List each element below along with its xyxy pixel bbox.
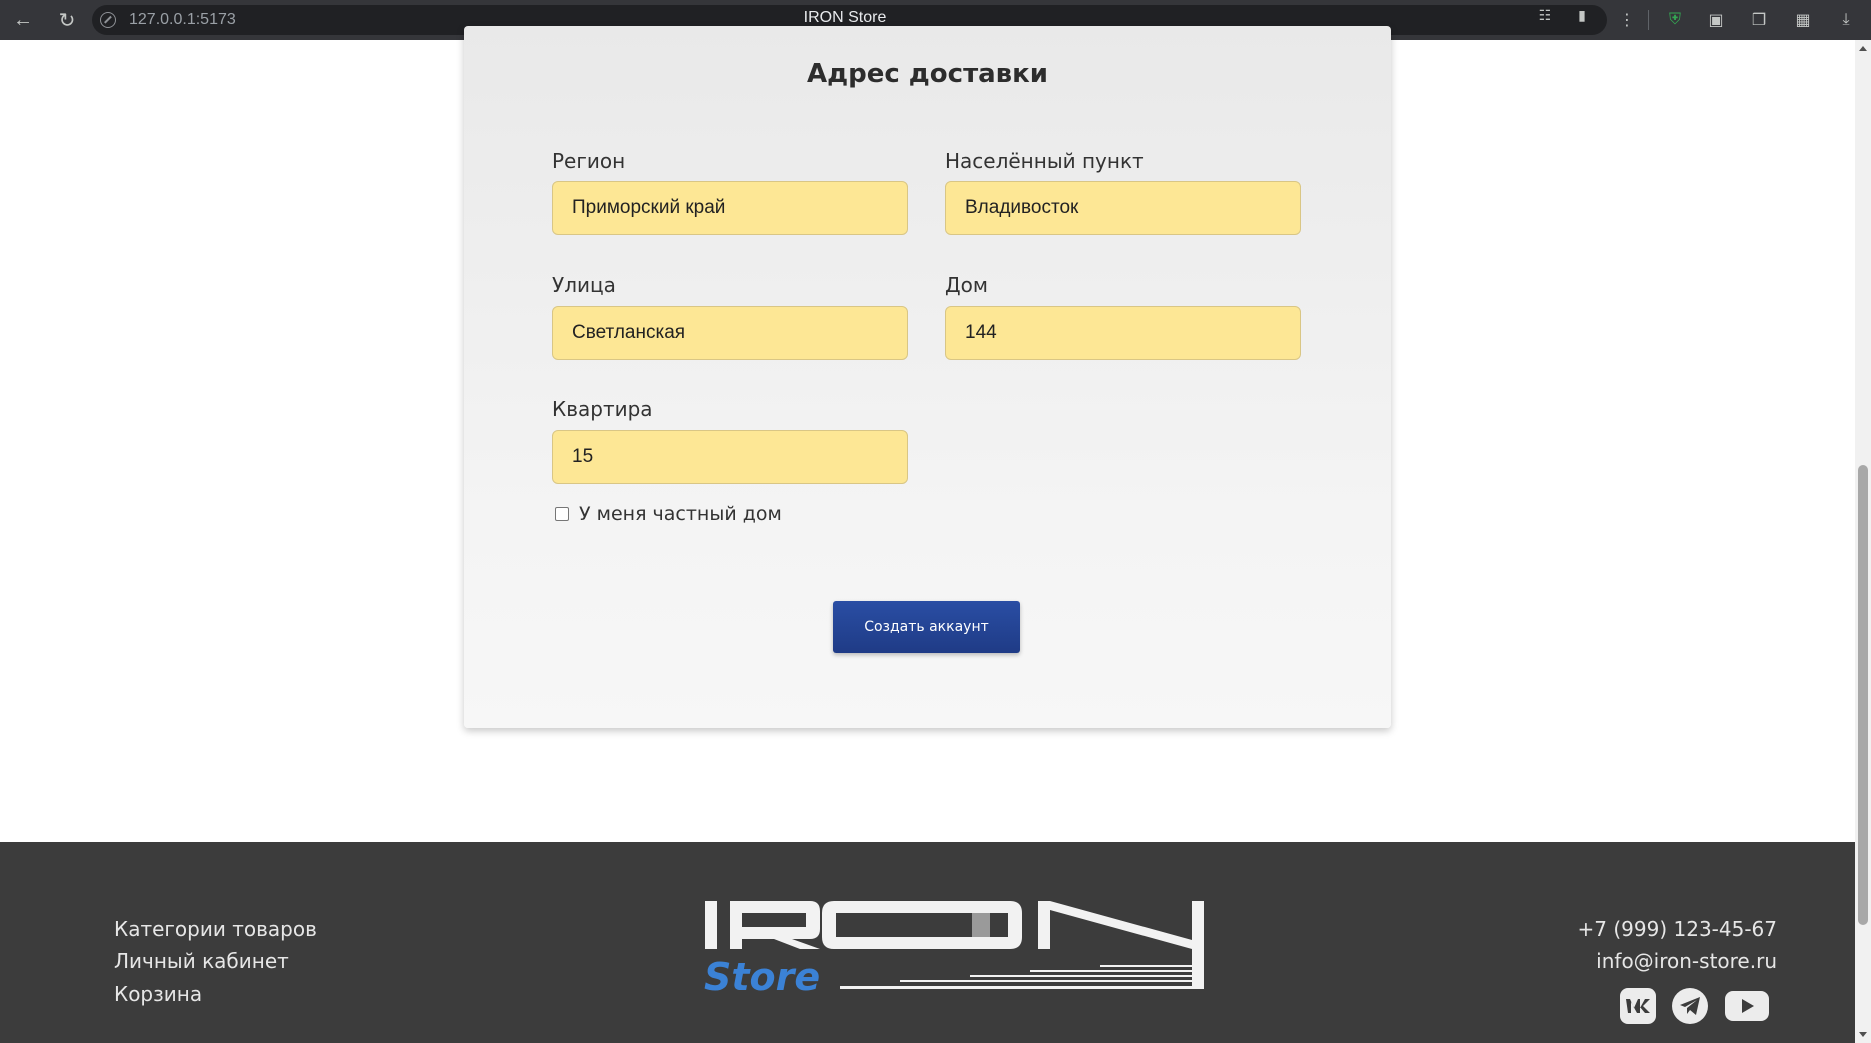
menu-dots-icon[interactable]: ⋮ (1615, 8, 1639, 32)
translate-icon[interactable]: ☷ (1537, 7, 1553, 23)
footer-link-cart[interactable]: Корзина (114, 982, 202, 1006)
region-label: Регион (552, 149, 626, 173)
toolbar-divider (1648, 10, 1649, 30)
house-label: Дом (945, 273, 988, 297)
form-title: Адрес доставки (806, 59, 1049, 89)
delivery-address-card: Адрес доставки Регион Населённый пункт У… (464, 26, 1391, 728)
iron-store-logo[interactable]: Store (700, 896, 1212, 1000)
footer-phone[interactable]: +7 (999) 123-45-67 (1578, 917, 1777, 941)
bookmark-icon[interactable]: ▮ (1574, 7, 1590, 23)
region-input[interactable] (552, 181, 908, 235)
footer-email[interactable]: info@iron-store.ru (1596, 949, 1777, 973)
screenshot-extension-icon[interactable]: ▣ (1704, 8, 1728, 32)
page-title: IRON Store (803, 9, 887, 26)
svg-text:Store: Store (704, 955, 820, 999)
city-label: Населённый пункт (945, 149, 1144, 173)
vk-icon[interactable] (1620, 988, 1656, 1024)
shield-extension-icon[interactable]: ⛨ (1663, 8, 1687, 32)
street-input[interactable] (552, 306, 908, 360)
house-input[interactable] (945, 306, 1301, 360)
site-footer: Категории товаров Личный кабинет Корзина… (0, 842, 1855, 1043)
apartment-label: Квартира (552, 397, 653, 421)
private-house-checkbox[interactable] (555, 507, 569, 521)
private-house-label[interactable]: У меня частный дом (579, 503, 782, 525)
profile-extension-icon[interactable]: ▦ (1791, 8, 1815, 32)
scrollbar-thumb[interactable] (1858, 465, 1868, 925)
scroll-down-icon[interactable] (1859, 1032, 1867, 1037)
city-input[interactable] (945, 181, 1301, 235)
street-label: Улица (552, 273, 616, 297)
footer-link-account[interactable]: Личный кабинет (114, 949, 289, 973)
youtube-icon[interactable] (1725, 991, 1769, 1021)
extensions-puzzle-icon[interactable]: ❒ (1747, 8, 1771, 32)
telegram-icon[interactable] (1672, 988, 1708, 1024)
create-account-button[interactable]: Создать аккаунт (833, 601, 1020, 653)
apartment-input[interactable] (552, 430, 908, 484)
scroll-up-icon[interactable] (1859, 46, 1867, 51)
private-house-option[interactable]: У меня частный дом (555, 503, 782, 525)
footer-link-categories[interactable]: Категории товаров (114, 917, 317, 941)
page-scrollbar[interactable] (1855, 40, 1871, 1043)
download-icon[interactable]: ⤓ (1834, 8, 1858, 32)
